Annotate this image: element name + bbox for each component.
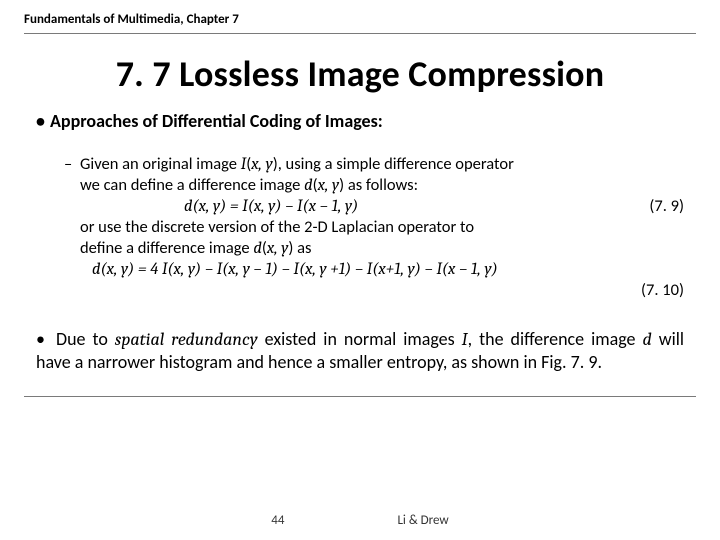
sub-line2: we can define a difference image d(x, y)… bbox=[64, 175, 684, 196]
var-d: d bbox=[253, 239, 261, 258]
eq1-text: d(x, y) = I(x, y) − I(x − 1, y) bbox=[184, 197, 358, 216]
eq2-text: d(x, y) = 4 I(x, y) − I(x, y − 1) − I(x,… bbox=[92, 260, 498, 279]
equation-79: d(x, y) = I(x, y) − I(x − 1, y) (7. 9) bbox=[64, 196, 684, 217]
eq1-number: (7. 9) bbox=[649, 196, 684, 216]
chapter-header: Fundamentals of Multimedia, Chapter 7 bbox=[0, 0, 720, 31]
sub-line1: –Given an original image I(x, y), using … bbox=[64, 154, 684, 175]
t: Given an original image bbox=[80, 154, 241, 174]
equation-710: d(x, y) = 4 I(x, y) − I(x, y − 1) − I(x,… bbox=[64, 259, 684, 280]
t: define a difference image bbox=[80, 238, 253, 258]
page-number: 44 bbox=[271, 513, 284, 528]
t: ) as follows: bbox=[339, 175, 418, 195]
term-spatial-redundancy: spatial redundancy bbox=[115, 329, 258, 350]
slide-title: 7. 7 Lossless Image Compression bbox=[0, 34, 720, 110]
bullet-redundancy: •Due to spatial redundancy existed in no… bbox=[36, 300, 684, 374]
var-d: d bbox=[643, 329, 652, 350]
t: existed in normal images bbox=[258, 328, 462, 350]
var-d: d bbox=[304, 176, 312, 195]
var-xy: x, y bbox=[251, 155, 273, 174]
sub-line3: or use the discrete version of the 2-D L… bbox=[64, 217, 684, 237]
slide-content: •Approaches of Differential Coding of Im… bbox=[0, 110, 720, 374]
t: , the difference image bbox=[468, 328, 643, 350]
var-xy: x, y bbox=[318, 176, 340, 195]
t: ) as bbox=[288, 238, 311, 258]
eq2-number-row: (7. 10) bbox=[64, 280, 684, 300]
authors: Li & Drew bbox=[397, 513, 448, 528]
sub-block: –Given an original image I(x, y), using … bbox=[36, 154, 684, 300]
eq2-number: (7. 10) bbox=[641, 280, 684, 300]
var-xy: x, y bbox=[267, 239, 289, 258]
sub-line4: define a difference image d(x, y) as bbox=[64, 238, 684, 259]
bullet-approaches: •Approaches of Differential Coding of Im… bbox=[36, 110, 684, 154]
slide-footer: 44 Li & Drew bbox=[0, 513, 720, 528]
t: we can define a difference image bbox=[80, 175, 304, 195]
divider-bottom bbox=[24, 396, 696, 397]
bullet1-text: Approaches of Differential Coding of Ima… bbox=[50, 110, 383, 132]
t: Due to bbox=[56, 328, 115, 350]
t: ), using a simple difference operator bbox=[273, 154, 514, 174]
